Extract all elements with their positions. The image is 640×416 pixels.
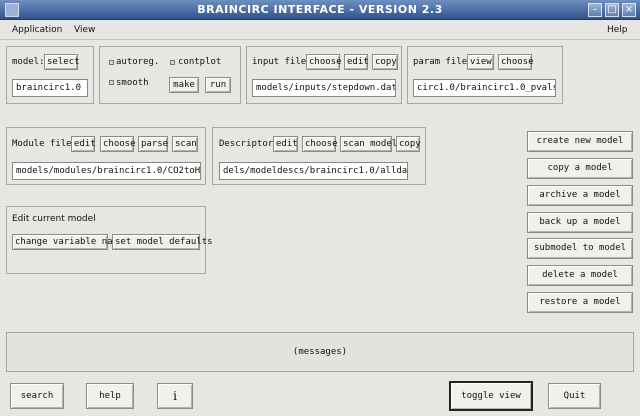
module-file-field[interactable]: models/modules/braincirc1.0/CO2toH.dt <box>12 162 201 180</box>
param-view-button[interactable]: view <box>467 54 494 70</box>
make-button[interactable]: make <box>169 77 199 93</box>
input-copy-button[interactable]: copy <box>372 54 398 70</box>
module-edit-button[interactable]: edit <box>71 136 96 152</box>
input-file-label: input file: <box>252 57 312 67</box>
descriptor-copy-button[interactable]: copy <box>396 136 421 152</box>
change-variable-name-button[interactable]: change variable name <box>12 234 123 250</box>
model-label: model: <box>12 57 45 67</box>
smooth-checkbox[interactable] <box>109 80 114 85</box>
model-name-field[interactable]: braincirc1.0 <box>12 79 88 97</box>
menu-view[interactable]: View <box>74 23 95 37</box>
input-file-field[interactable]: models/inputs/stepdown.dat <box>252 79 396 97</box>
input-choose-button[interactable]: choose <box>306 54 342 70</box>
edit-model-title: Edit current model <box>12 214 96 224</box>
descriptor-scan-model-button[interactable]: scan model <box>340 136 397 152</box>
messages-text: (messages) <box>292 347 348 357</box>
copy-model-button[interactable]: copy a model <box>527 158 633 179</box>
autoreg-checkbox[interactable] <box>109 60 114 65</box>
descriptor-label: Descriptor: <box>219 139 279 149</box>
param-file-label: param file: <box>413 57 473 67</box>
backup-model-button[interactable]: back up a model <box>527 212 633 233</box>
close-icon[interactable]: × <box>622 3 636 17</box>
maximize-icon[interactable]: □ <box>605 3 619 17</box>
menu-help[interactable]: Help <box>607 23 628 37</box>
messages-area: (messages) <box>6 332 634 372</box>
help-button[interactable]: help <box>86 383 134 409</box>
contplot-label: contplot <box>178 57 222 67</box>
module-scan-button[interactable]: scan <box>172 136 198 152</box>
archive-model-button[interactable]: archive a model <box>527 185 633 206</box>
menu-bar <box>0 20 640 40</box>
restore-model-button[interactable]: restore a model <box>527 292 633 313</box>
info-icon[interactable]: i <box>157 383 193 409</box>
smooth-label: smooth <box>116 78 149 88</box>
module-file-label: Module file: <box>12 139 78 149</box>
set-model-defaults-button[interactable]: set model defaults <box>112 234 213 250</box>
search-button[interactable]: search <box>10 383 64 409</box>
model-select-button[interactable]: select <box>44 54 80 70</box>
menu-application[interactable]: Application <box>12 23 62 37</box>
toggle-view-button[interactable]: toggle view <box>449 381 533 411</box>
run-button[interactable]: run <box>205 77 231 93</box>
param-file-field[interactable]: circ1.0/braincirc1.0_pvals.dat <box>413 79 556 97</box>
module-parse-button[interactable]: parse <box>138 136 168 152</box>
descriptor-edit-button[interactable]: edit <box>273 136 298 152</box>
input-edit-button[interactable]: edit <box>344 54 369 70</box>
minimize-icon[interactable]: – <box>588 3 602 17</box>
quit-button[interactable]: Quit <box>548 383 601 409</box>
window-title: BRAINCIRC INTERFACE - VERSION 2.3 <box>197 3 443 16</box>
delete-model-button[interactable]: delete a model <box>527 265 633 286</box>
descriptor-choose-button[interactable]: choose <box>302 136 338 152</box>
autoreg-label: autoreg. <box>116 57 160 67</box>
descriptor-file-field[interactable]: dels/modeldescs/braincirc1.0/alldata.dat <box>219 162 408 180</box>
contplot-checkbox[interactable] <box>170 60 175 65</box>
create-new-model-button[interactable]: create new model <box>527 131 633 152</box>
module-choose-button[interactable]: choose <box>100 136 136 152</box>
param-choose-button[interactable]: choose <box>498 54 534 70</box>
submodel-to-model-button[interactable]: submodel to model <box>527 238 633 259</box>
